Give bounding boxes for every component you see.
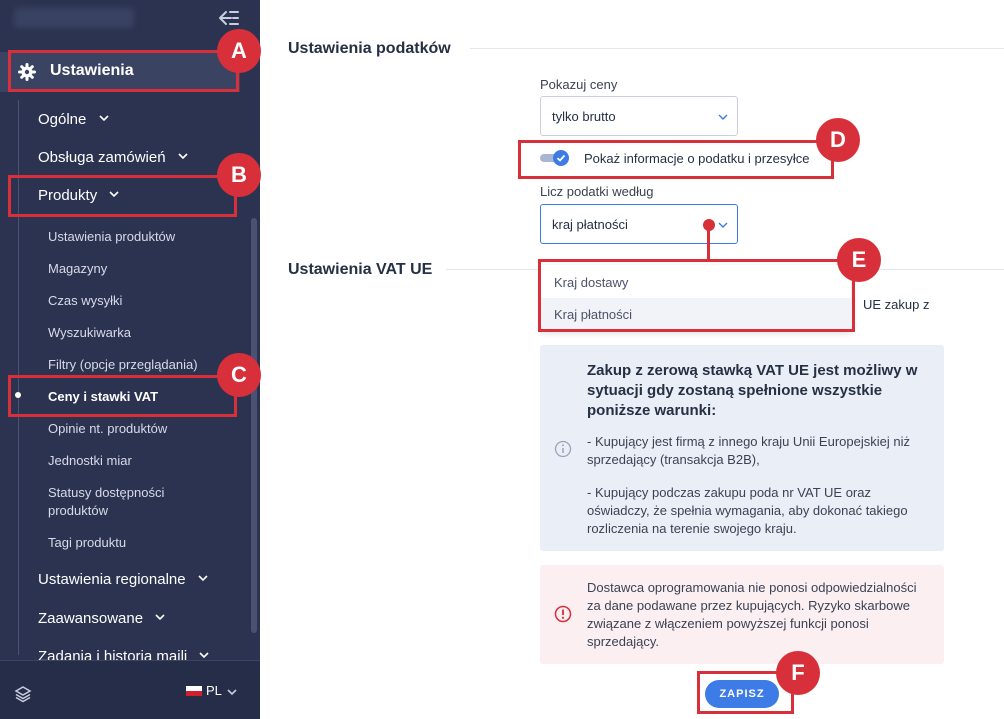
annotation-badge-e: E [837, 238, 881, 282]
section-divider [470, 48, 1004, 49]
poland-flag-icon [186, 686, 202, 696]
sidebar-subitem[interactable]: Statusy dostępności produktów [48, 484, 198, 520]
info-icon [554, 440, 572, 458]
show-prices-select[interactable]: tylko brutto [540, 96, 738, 136]
sidebar-item-label: Ustawienia regionalne [38, 571, 186, 588]
sidebar-subitem[interactable]: Jednostki miar [48, 452, 132, 470]
sidebar-item-label: Obsługa zamówień [38, 149, 166, 166]
chevron-down-icon [199, 652, 209, 659]
annotation-box-a [8, 50, 239, 92]
select-value: tylko brutto [552, 109, 616, 124]
sidebar-item-label: Ogólne [38, 111, 87, 128]
annotation-pointer-line [707, 229, 710, 261]
sidebar-header [0, 0, 260, 38]
info-paragraph: - Kupujący jest firmą z innego kraju Uni… [587, 434, 910, 467]
chevron-down-icon[interactable] [227, 687, 237, 697]
sidebar-subitem[interactable]: Magazyny [48, 260, 107, 278]
select-value: kraj płatności [552, 217, 628, 232]
chevron-down-icon [98, 115, 109, 122]
annotation-box-b [8, 175, 237, 217]
chevron-down-icon [178, 153, 188, 160]
sidebar-subitem[interactable]: Wyszukiwarka [48, 324, 131, 342]
annotation-badge-b: B [217, 153, 261, 197]
sidebar-item-orders[interactable]: Obsługa zamówień [38, 149, 188, 166]
annotation-box-e [538, 259, 855, 332]
annotation-badge-f: F [776, 651, 820, 695]
annotation-badge-d: D [816, 118, 860, 162]
sidebar-subitem[interactable]: Czas wysyłki [48, 292, 122, 310]
sidebar-scrollbar[interactable] [251, 218, 257, 633]
chevron-down-icon [198, 575, 208, 582]
sidebar-item-general[interactable]: Ogólne [38, 111, 109, 128]
sidebar-subitem[interactable]: Tagi produktu [48, 534, 126, 552]
info-paragraph: - Kupujący podczas zakupu poda nr VAT UE… [587, 485, 908, 536]
chevron-down-icon [718, 114, 728, 120]
annotation-badge-c: C [217, 353, 261, 397]
alert-icon [554, 605, 572, 623]
chevron-down-icon [155, 614, 165, 621]
layers-icon[interactable] [14, 685, 32, 703]
info-box: Zakup z zerową stawką VAT UE jest możliw… [540, 345, 944, 551]
sidebar-subitem[interactable]: Filtry (opcje przeglądania) [48, 356, 198, 374]
vat-section-title: Ustawienia VAT UE [288, 261, 433, 278]
language-selector[interactable]: PL [206, 683, 222, 698]
sidebar-subitem[interactable]: Opinie nt. produktów [48, 420, 167, 438]
tax-section-title: Ustawienia podatków [288, 40, 451, 57]
collapse-sidebar-icon[interactable] [216, 7, 240, 29]
chevron-down-icon [718, 222, 728, 228]
show-prices-label: Pokazuj ceny [540, 77, 618, 92]
sidebar: Ustawienia Ogólne Obsługa zamówień Produ… [0, 0, 260, 719]
info-title: Zakup z zerową stawką VAT UE jest możliw… [587, 362, 918, 419]
sidebar-footer: PL [0, 660, 260, 719]
annotation-box-c [8, 375, 237, 417]
sidebar-item-regional[interactable]: Ustawienia regionalne [38, 571, 208, 588]
sidebar-item-label: Zaawansowane [38, 610, 144, 627]
sidebar-subitem[interactable]: Ustawienia produktów [48, 228, 175, 246]
vat-option-partial-label: UE zakup z [863, 297, 930, 312]
warning-text: Dostawca oprogramowania nie ponosi odpow… [587, 580, 917, 649]
sidebar-item-advanced[interactable]: Zaawansowane [38, 610, 165, 627]
annotation-box-d [518, 140, 834, 179]
calc-taxes-label: Licz podatki według [540, 184, 654, 199]
blurred-logo [14, 8, 134, 28]
warning-box: Dostawca oprogramowania nie ponosi odpow… [540, 565, 944, 664]
annotation-badge-a: A [217, 29, 261, 73]
